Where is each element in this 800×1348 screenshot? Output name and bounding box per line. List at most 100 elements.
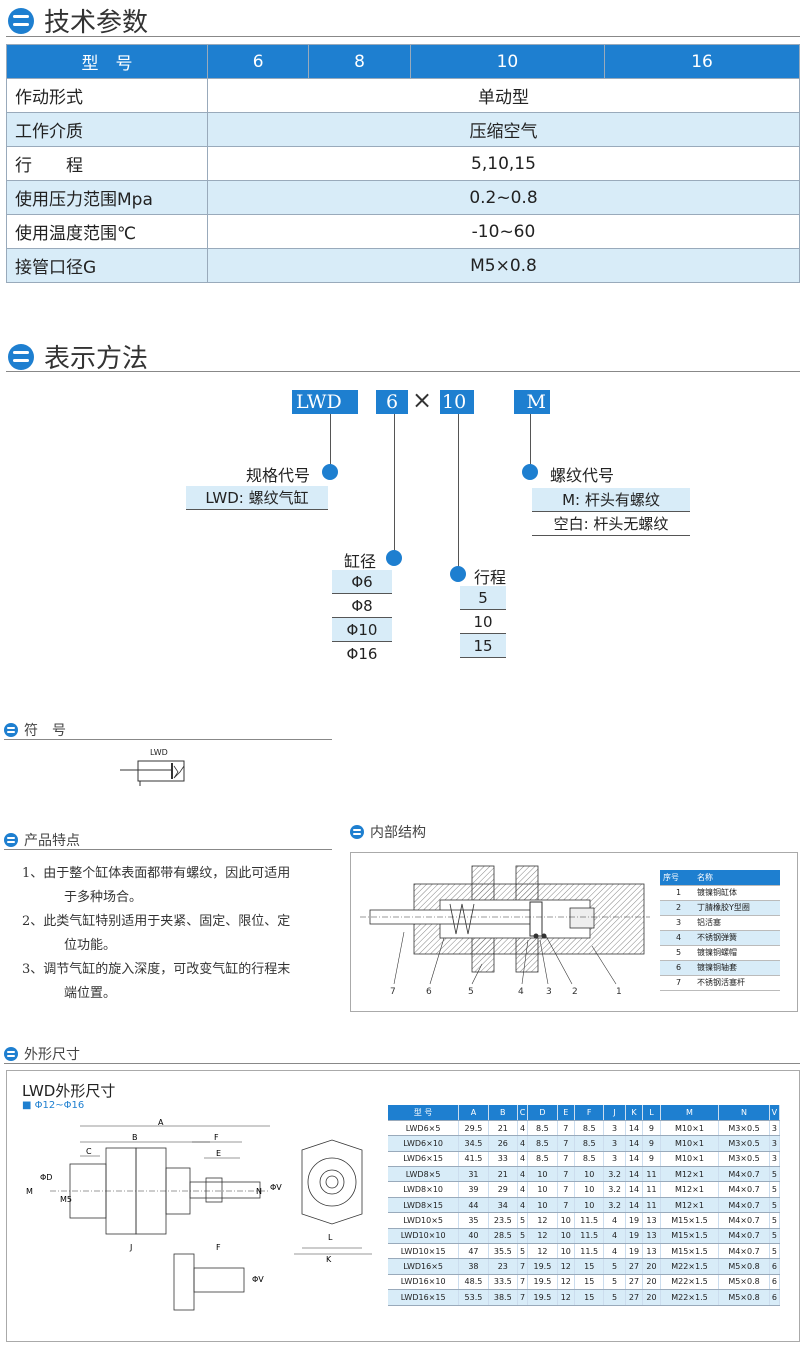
dim-cell: 4	[517, 1120, 529, 1137]
dim-cell: 19	[625, 1212, 644, 1229]
dim-cell: 7	[517, 1289, 529, 1306]
dim-cell: 5	[769, 1228, 781, 1245]
dim-cell: 29.5	[458, 1120, 489, 1137]
dim-cell: 23.5	[488, 1212, 518, 1229]
part-no: 3	[660, 915, 694, 931]
model-cell: LWD6×15	[388, 1151, 460, 1168]
callout-label: 6	[426, 987, 432, 997]
dim-cell: 8.5	[527, 1135, 558, 1152]
dim-cell: 10	[527, 1197, 558, 1214]
bullet-dot	[386, 550, 402, 566]
dim-cell: M10×1	[660, 1151, 720, 1168]
spec-row: 行 程 5,10,15	[6, 146, 800, 181]
dim-cell: 5	[517, 1212, 529, 1229]
spec-label: 使用温度范围℃	[6, 214, 208, 249]
dim-cell: 33	[488, 1151, 518, 1168]
dim-cell: M4×0.7	[718, 1197, 770, 1214]
dim-label: C	[86, 1147, 92, 1156]
code-bore: 6	[376, 390, 408, 414]
dim-cell: 14	[625, 1197, 644, 1214]
symbol-section-header: 符 号	[4, 720, 66, 740]
dim-cell: 4	[517, 1181, 529, 1198]
dim-label: ΦV	[270, 1183, 282, 1192]
dim-cell: 4	[603, 1228, 626, 1245]
dim-cell: 9	[642, 1151, 661, 1168]
dim-cell: M5×0.8	[718, 1274, 770, 1291]
dim-label: A	[158, 1118, 164, 1127]
dim-cell: 14	[625, 1151, 644, 1168]
spec-code-value: LWD: 螺纹气缸	[186, 486, 328, 510]
dim-cell: 13	[642, 1212, 661, 1229]
dim-cell: 41.5	[458, 1151, 489, 1168]
outline-section-header: 外形尺寸	[4, 1044, 80, 1064]
parts-row: 1 镀镍铜缸体	[660, 885, 780, 901]
header-cell: A	[458, 1105, 489, 1121]
part-no: 2	[660, 900, 694, 916]
feature-line: 端位置。	[64, 986, 117, 1001]
dim-cell: 19.5	[527, 1274, 558, 1291]
spec-label: 作动形式	[6, 78, 208, 113]
connector-line	[458, 414, 459, 574]
dim-cell: 19	[625, 1243, 644, 1260]
header-cell: D	[527, 1105, 558, 1121]
model-cell: LWD8×10	[388, 1181, 460, 1198]
dim-cell: 10	[574, 1166, 605, 1183]
dim-cell: 5	[603, 1274, 626, 1291]
internal-section-header: 内部结构	[350, 822, 426, 842]
thread-code-title: 螺纹代号	[550, 466, 615, 485]
dim-cell: 8.5	[574, 1120, 605, 1137]
dim-cell: M15×1.5	[660, 1212, 720, 1229]
outline-dimension-drawing: A B C E F M M5 ΦD N J ΦV F ΦV L K	[26, 1118, 372, 1311]
connector-line	[394, 414, 395, 556]
dim-cell: M15×1.5	[660, 1243, 720, 1260]
dim-cell: 47	[458, 1243, 489, 1260]
divider	[4, 739, 332, 740]
dim-cell: 19	[625, 1228, 644, 1245]
dim-cell: 7	[557, 1197, 576, 1214]
company-logo-icon	[4, 833, 18, 847]
bullet-dot	[522, 464, 538, 480]
dim-cell: 12	[557, 1258, 576, 1275]
dim-cell: 5	[769, 1243, 781, 1260]
dims-row: LWD8×5 31 21 4 10 7 10 3.2 14 11 M12×1 M4×0.7 5	[388, 1166, 781, 1183]
dim-cell: 11	[642, 1197, 661, 1214]
callout-label: 7	[390, 987, 396, 997]
part-no: 1	[660, 885, 694, 901]
dim-cell: M4×0.7	[718, 1181, 770, 1198]
thread-code-item: M: 杆头有螺纹	[532, 488, 690, 512]
part-name: 不锈钢活塞杆	[694, 975, 780, 991]
parts-row: 6 镀镍铜轴套	[660, 960, 780, 976]
bullet-dot	[450, 566, 466, 582]
spec-row: 使用温度范围℃ -10~60	[6, 214, 800, 249]
divider	[4, 1063, 800, 1064]
symbol-label: LWD	[150, 748, 168, 757]
spec-value: M5×0.8	[207, 248, 800, 283]
header-cell: 10	[409, 44, 606, 79]
header-cell: 8	[308, 44, 411, 79]
cylinder-section-drawing: 7 6 5 4 3 2 1	[360, 865, 650, 997]
model-cell: LWD16×15	[388, 1289, 460, 1306]
dim-cell: 11.5	[574, 1243, 605, 1260]
company-logo-icon	[4, 1047, 18, 1061]
stroke-item: 15	[460, 634, 506, 658]
feature-line: 位功能。	[64, 938, 117, 953]
dim-cell: 34	[488, 1197, 518, 1214]
dim-cell: 20	[642, 1289, 661, 1306]
dim-cell: M22×1.5	[660, 1258, 720, 1275]
connector-line	[330, 414, 331, 470]
header-cell: L	[642, 1105, 661, 1121]
dim-cell: M22×1.5	[660, 1274, 720, 1291]
dim-cell: 38	[458, 1258, 489, 1275]
dim-cell: 26	[488, 1135, 518, 1152]
company-logo-icon	[4, 723, 18, 737]
dim-cell: 15	[574, 1289, 605, 1306]
dim-cell: 35.5	[488, 1243, 518, 1260]
dim-cell: 3	[769, 1135, 781, 1152]
dim-cell: M22×1.5	[660, 1289, 720, 1306]
dim-cell: M10×1	[660, 1120, 720, 1137]
dim-label: L	[328, 1233, 333, 1242]
dim-label: ΦD	[40, 1173, 52, 1182]
dim-cell: 7	[557, 1151, 576, 1168]
dim-cell: 3	[603, 1151, 626, 1168]
parts-row: 2 丁腈橡胶Y型圈	[660, 900, 780, 916]
